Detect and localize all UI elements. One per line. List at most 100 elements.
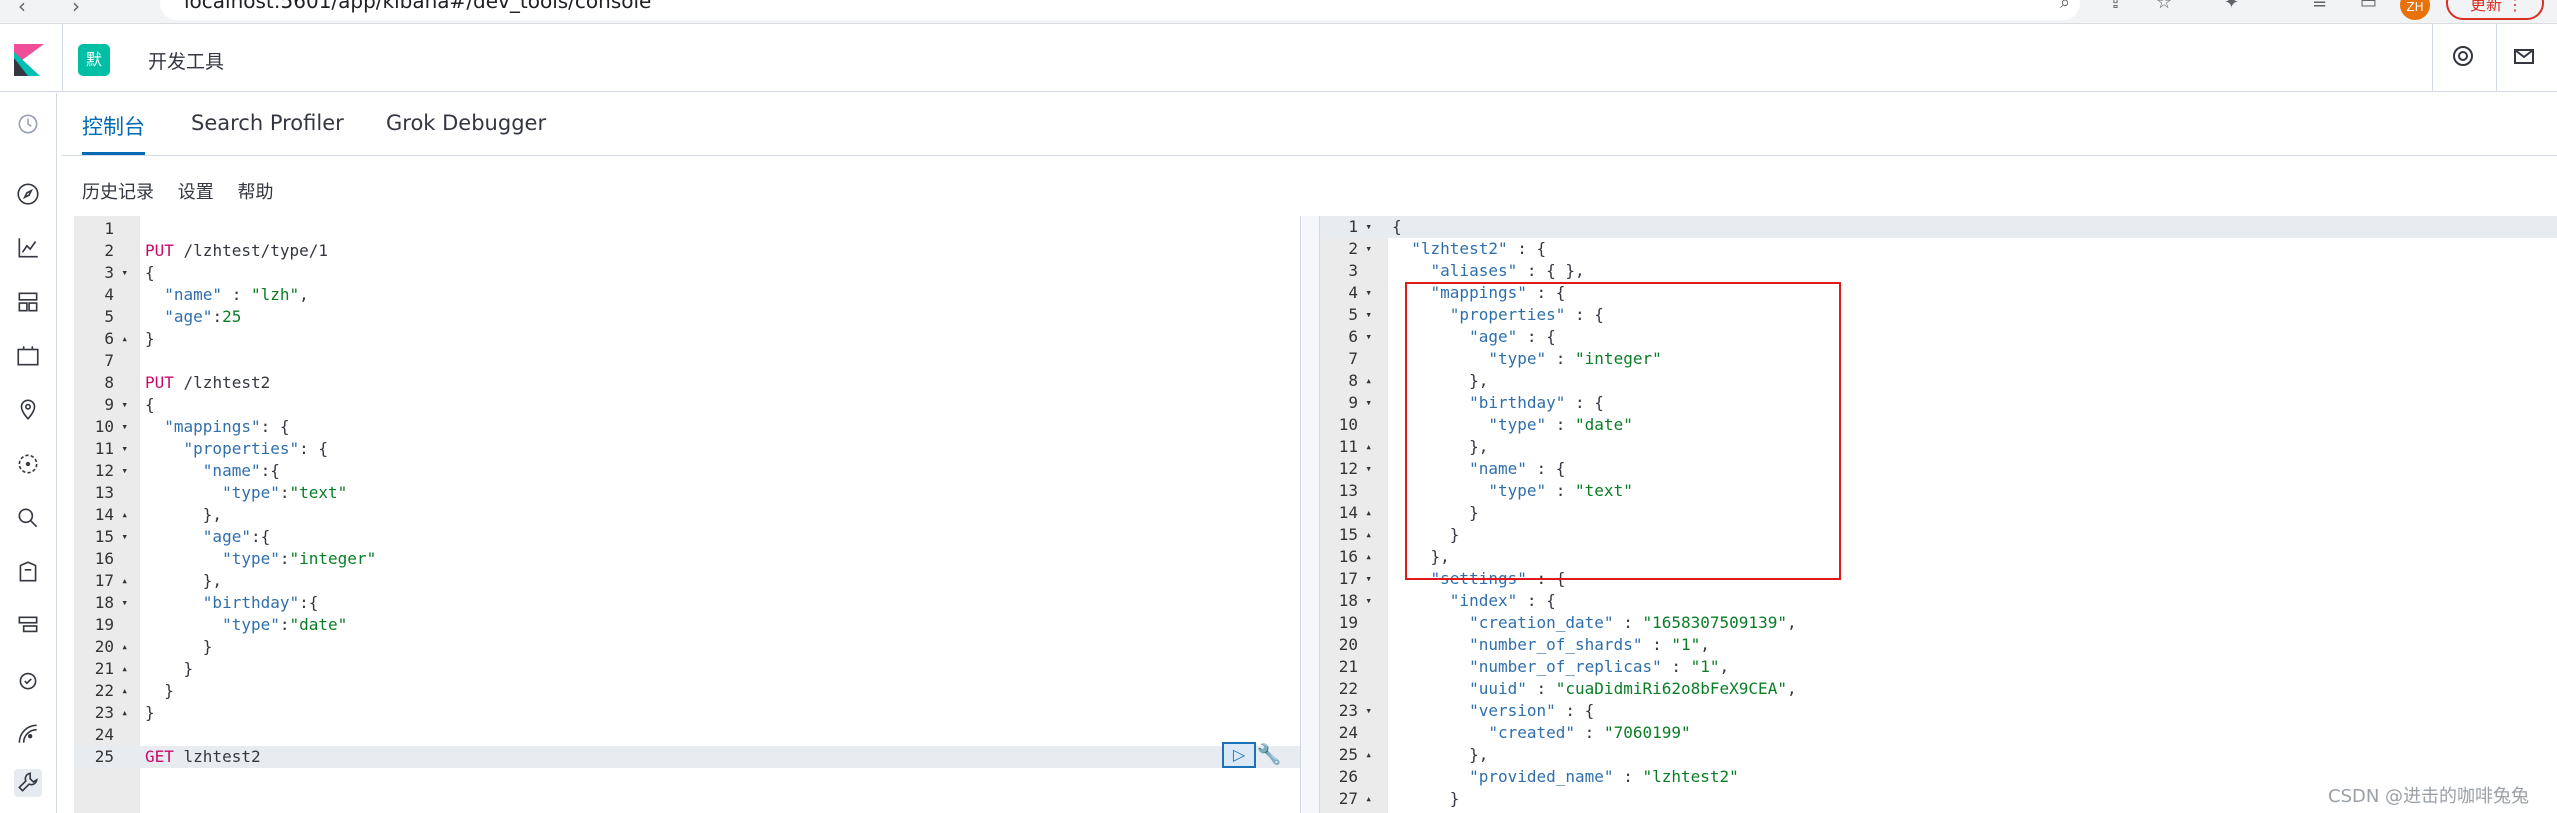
fold-toggle-icon[interactable]: ▾ (1360, 304, 1372, 326)
logs-icon[interactable] (14, 559, 42, 587)
canvas-icon[interactable] (14, 343, 42, 371)
fold-toggle-icon[interactable]: ▴ (1360, 744, 1372, 766)
code-text: "age":25 (164, 307, 242, 326)
help-link[interactable]: 帮助 (237, 182, 273, 203)
code-line: 12 ▾ "name":{ (74, 460, 1300, 482)
header-divider (62, 24, 63, 92)
fold-toggle-icon[interactable]: ▾ (1360, 458, 1372, 480)
fold-toggle-icon[interactable]: ▴ (116, 636, 128, 658)
line-number: 12 (1338, 459, 1358, 478)
history-link[interactable]: 历史记录 (82, 182, 154, 203)
code-text: "type":"date" (222, 615, 348, 634)
kibana-logo-icon[interactable] (14, 44, 44, 76)
code-text: } (145, 703, 155, 722)
dev-tools-wrench-icon[interactable] (14, 769, 42, 797)
header-divider (2432, 24, 2433, 92)
update-button[interactable]: 更新 ⋮ (2446, 0, 2544, 20)
line-number: 16 (94, 549, 114, 568)
fold-toggle-icon[interactable]: ▴ (1360, 436, 1372, 458)
mail-icon[interactable] (2509, 44, 2539, 74)
code-text: "creation_date" : "1658307509139", (1469, 613, 1797, 632)
fold-toggle-icon[interactable]: ▴ (1360, 502, 1372, 524)
line-number: 24 (94, 725, 114, 744)
discover-compass-icon[interactable] (14, 181, 42, 209)
line-number: 1 (104, 219, 114, 238)
forward-icon[interactable]: › (72, 0, 80, 18)
code-text: }, (145, 505, 223, 524)
code-text: "uuid" : "cuaDidmiRi62o8bFeX9CEA", (1469, 679, 1797, 698)
profile-avatar[interactable]: ZH (2400, 0, 2430, 20)
request-editor[interactable]: 1 2 PUT /lzhtest/type/1 3 ▾{4 "name" : "lzh"… (74, 216, 1300, 813)
fold-toggle-icon[interactable]: ▴ (1360, 546, 1372, 568)
dashboard-icon[interactable] (14, 289, 42, 317)
fold-toggle-icon[interactable]: ▴ (116, 504, 128, 526)
extensions-icon[interactable]: ✦ (2224, 0, 2239, 13)
uptime-icon[interactable] (14, 667, 42, 695)
fold-toggle-icon[interactable]: ▴ (116, 702, 128, 724)
fold-toggle-icon[interactable]: ▾ (116, 394, 128, 416)
code-line: 1 ▾ { (1320, 216, 2557, 238)
line-number: 9 (104, 395, 114, 414)
fold-toggle-icon[interactable]: ▾ (1360, 216, 1372, 238)
fold-toggle-icon[interactable]: ▴ (1360, 370, 1372, 392)
tab-grok-debugger[interactable]: Grok Debugger (386, 111, 546, 155)
fold-toggle-icon[interactable]: ▾ (1360, 238, 1372, 260)
fold-toggle-icon[interactable]: ▾ (116, 460, 128, 482)
settings-link[interactable]: 设置 (178, 182, 214, 203)
code-line: 3 "aliases" : { }, (1320, 260, 2557, 282)
ml-icon[interactable] (14, 451, 42, 479)
menu-icon[interactable]: ≡ (2312, 0, 2327, 13)
siem-icon[interactable] (14, 721, 42, 749)
fold-toggle-icon[interactable]: ▾ (1360, 326, 1372, 348)
code-line: 8 PUT /lzhtest2 (74, 372, 1300, 394)
fold-toggle-icon[interactable]: ▾ (116, 416, 128, 438)
code-line: 20 ▴ } (74, 636, 1300, 658)
send-request-play-button[interactable]: ▷ (1222, 742, 1256, 768)
fold-toggle-icon[interactable]: ▾ (1360, 392, 1372, 414)
fold-toggle-icon[interactable]: ▾ (116, 438, 128, 460)
infrastructure-icon[interactable] (14, 505, 42, 533)
back-icon[interactable]: ‹ (18, 0, 26, 18)
search-icon[interactable]: ⌕ (2060, 0, 2070, 13)
code-line: 4 "name" : "lzh", (74, 284, 1300, 306)
fold-toggle-icon[interactable]: ▾ (1360, 282, 1372, 304)
visualize-chart-icon[interactable] (14, 235, 42, 263)
code-text: PUT /lzhtest/type/1 (145, 241, 329, 260)
maps-icon[interactable] (14, 397, 42, 425)
help-lifebuoy-icon[interactable] (2448, 44, 2478, 74)
fold-toggle-icon[interactable]: ▾ (1360, 700, 1372, 722)
code-text: "type":"integer" (222, 549, 377, 568)
header-divider (2496, 24, 2497, 92)
fold-toggle-icon[interactable]: ▴ (116, 658, 128, 680)
request-wrench-icon[interactable]: 🔧 (1256, 742, 1282, 768)
code-line: 23 ▾ "version" : { (1320, 700, 2557, 722)
bookmark-star-icon[interactable]: ☆ (2156, 0, 2172, 13)
code-line: 14 ▴ }, (74, 504, 1300, 526)
tab-search-profiler[interactable]: Search Profiler (191, 111, 344, 155)
apm-icon[interactable] (14, 613, 42, 641)
fold-toggle-icon[interactable]: ▴ (1360, 524, 1372, 546)
fold-toggle-icon[interactable]: ▴ (116, 570, 128, 592)
address-bar[interactable]: localhost:5601/app/kibana#/dev_tools/con… (160, 0, 2080, 20)
line-number: 15 (94, 527, 114, 546)
code-line: 19 "creation_date" : "1658307509139", (1320, 612, 2557, 634)
tab-console[interactable]: 控制台 (82, 111, 145, 155)
code-text: GET lzhtest2 (145, 747, 261, 766)
fold-toggle-icon[interactable]: ▴ (116, 328, 128, 350)
fold-toggle-icon[interactable]: ▾ (116, 262, 128, 284)
breadcrumb: 开发工具 (148, 51, 225, 73)
fold-toggle-icon[interactable]: ▾ (1360, 590, 1372, 612)
code-line: 9 ▾ { (74, 394, 1300, 416)
fold-toggle-icon[interactable]: ▴ (116, 680, 128, 702)
fold-toggle-icon[interactable]: ▴ (1360, 788, 1372, 810)
recently-viewed-clock-icon[interactable] (14, 111, 42, 139)
window-icon[interactable]: ▭ (2360, 0, 2377, 13)
pane-resizer[interactable] (1300, 216, 1320, 813)
fold-toggle-icon[interactable]: ▾ (1360, 568, 1372, 590)
share-icon[interactable]: ⇪ (2108, 0, 2123, 13)
fold-toggle-icon[interactable]: ▾ (116, 592, 128, 614)
fold-toggle-icon[interactable]: ▾ (116, 526, 128, 548)
space-avatar[interactable]: 默 (78, 44, 110, 76)
code-line: 20 "number_of_shards" : "1", (1320, 634, 2557, 656)
code-text: "mappings": { (164, 417, 290, 436)
